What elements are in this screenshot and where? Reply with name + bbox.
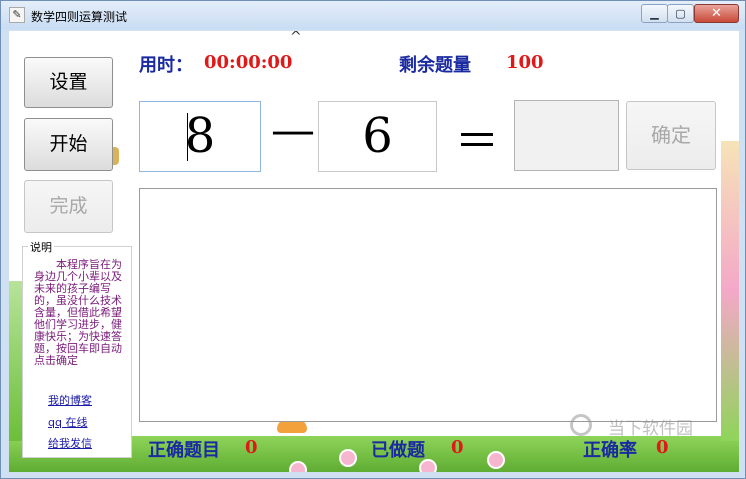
send-mail-link[interactable]: 给我发信 bbox=[48, 435, 92, 451]
operand1-value: 8 bbox=[184, 108, 216, 164]
done-count-label: 已做题 bbox=[371, 440, 425, 461]
done-count-value: 0 bbox=[451, 437, 464, 458]
answer-input[interactable] bbox=[514, 100, 619, 171]
text-cursor bbox=[187, 113, 188, 161]
client-area: ^ 设置 开始 完成 说明 本程序旨在为身边几个小辈以及未来的孩子编写的，虽没什… bbox=[9, 31, 739, 472]
accuracy-rate-value: 0 bbox=[656, 437, 669, 458]
elapsed-time-value: 00:00:00 bbox=[204, 52, 293, 73]
flower-decoration bbox=[339, 449, 357, 467]
maximize-icon: ▢ bbox=[675, 7, 686, 20]
maximize-button[interactable]: ▢ bbox=[667, 4, 694, 23]
app-window: ✎ 数学四则运算测试 ▁ ▢ ✕ ^ 设置 开始 完成 说明 本程序旨在为身边几… bbox=[0, 0, 746, 479]
flower-decoration bbox=[487, 451, 505, 469]
history-log-area[interactable] bbox=[139, 188, 717, 422]
close-icon: ✕ bbox=[711, 6, 722, 21]
settings-button[interactable]: 设置 bbox=[24, 57, 113, 108]
operand1-field[interactable]: 8 bbox=[139, 101, 261, 172]
app-icon: ✎ bbox=[9, 7, 25, 23]
flower-decoration bbox=[289, 461, 307, 472]
operator-sign: — bbox=[271, 105, 315, 156]
close-button[interactable]: ✕ bbox=[694, 4, 739, 23]
remaining-count-value: 100 bbox=[506, 52, 544, 73]
title-bar[interactable]: ✎ 数学四则运算测试 ▁ ▢ ✕ bbox=[1, 1, 745, 29]
watermark-logo-icon bbox=[570, 414, 592, 436]
flower-decoration-right bbox=[721, 141, 739, 441]
blog-link[interactable]: 我的博客 bbox=[48, 392, 92, 408]
operand2-field[interactable]: 6 bbox=[318, 101, 437, 172]
correct-count-label: 正确题目 bbox=[148, 440, 220, 461]
confirm-button: 确定 bbox=[626, 101, 716, 170]
info-legend: 说明 bbox=[28, 239, 54, 255]
minimize-icon: ▁ bbox=[650, 7, 659, 20]
finish-button: 完成 bbox=[24, 180, 113, 233]
watermark-text: 当下软件园 bbox=[608, 419, 693, 439]
minimize-button[interactable]: ▁ bbox=[641, 4, 668, 23]
equals-sign: ＝ bbox=[455, 116, 499, 167]
correct-count-value: 0 bbox=[245, 437, 258, 458]
elapsed-time-label: 用时： bbox=[139, 55, 193, 76]
watermark: 当下软件园 bbox=[570, 414, 730, 440]
start-button[interactable]: 开始 bbox=[24, 118, 113, 171]
window-title: 数学四则运算测试 bbox=[31, 10, 128, 24]
qq-online-link[interactable]: qq 在线 bbox=[48, 414, 87, 430]
caret-up-icon: ^ bbox=[290, 31, 302, 45]
info-description: 本程序旨在为身边几个小辈以及未来的孩子编写的，虽没什么技术含量，但借此希望他们学… bbox=[34, 258, 122, 367]
remaining-count-label: 剩余题量 bbox=[399, 55, 471, 76]
